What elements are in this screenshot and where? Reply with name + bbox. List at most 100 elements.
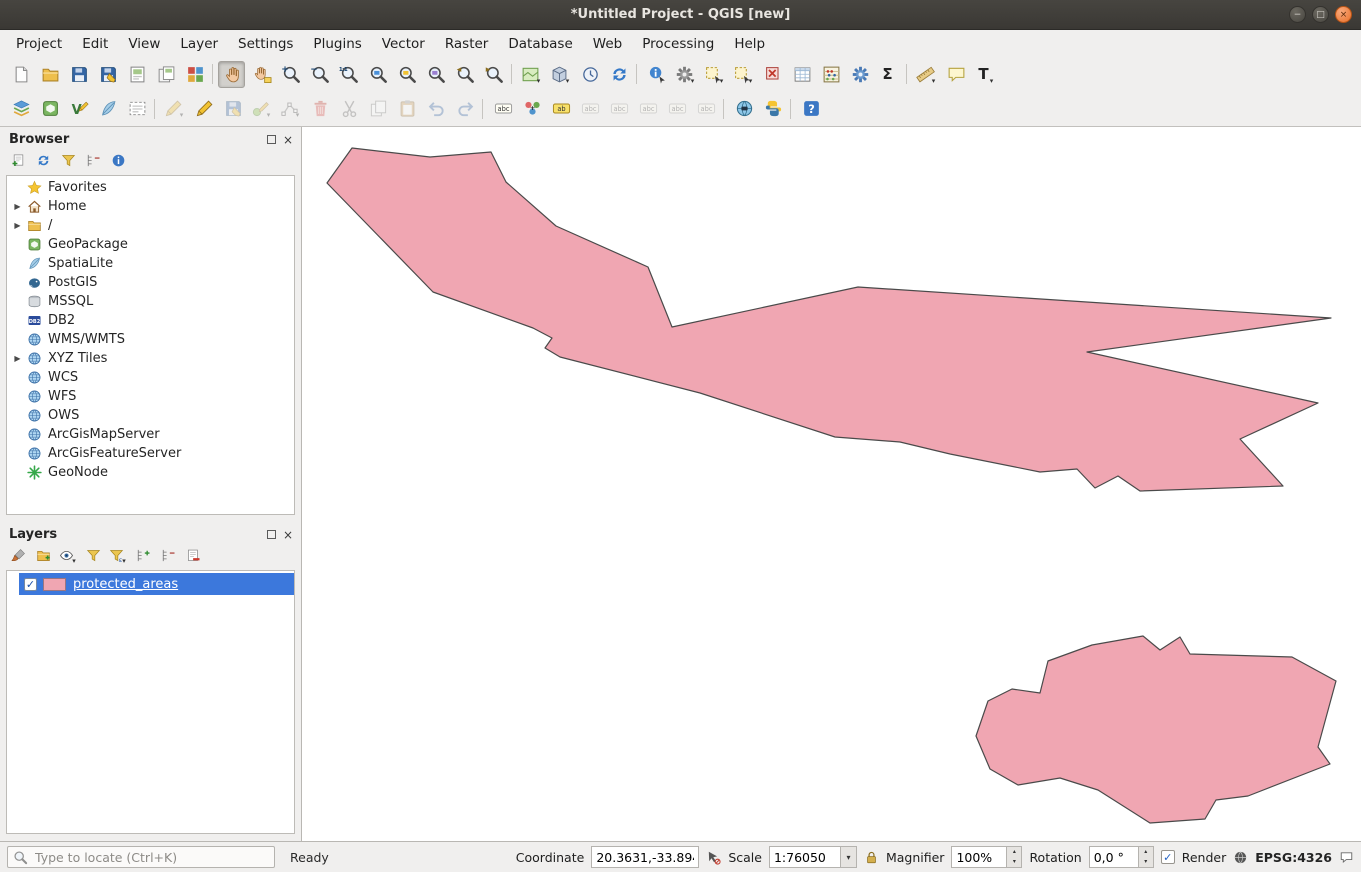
add-selected-layers-button[interactable] <box>6 150 29 171</box>
browser-item-root[interactable]: ▶ / <box>7 216 294 235</box>
identify-features-button[interactable] <box>642 61 669 88</box>
toggle-editing-button[interactable] <box>189 95 216 122</box>
pan-to-selection-button[interactable] <box>247 61 274 88</box>
menu-web[interactable]: Web <box>583 32 632 56</box>
select-features-button[interactable]: ▾ <box>700 61 727 88</box>
locator-input[interactable] <box>33 849 269 866</box>
new-project-button[interactable] <box>6 61 33 88</box>
labeling-single-button[interactable] <box>546 95 573 122</box>
zoom-in-button[interactable]: + <box>276 61 303 88</box>
move-label-button[interactable] <box>633 95 660 122</box>
manage-map-themes-button[interactable]: ▾ <box>56 545 79 566</box>
menu-raster[interactable]: Raster <box>435 32 499 56</box>
menu-processing[interactable]: Processing <box>632 32 724 56</box>
protected-area-polygon-south[interactable] <box>976 636 1336 823</box>
filter-browser-button[interactable] <box>56 150 79 171</box>
menu-settings[interactable]: Settings <box>228 32 303 56</box>
minimize-button[interactable]: − <box>1289 6 1306 23</box>
zoom-full-button[interactable] <box>363 61 390 88</box>
scale-dropdown-arrow[interactable]: ▾ <box>841 846 857 868</box>
remove-layer-button[interactable] <box>181 545 204 566</box>
menu-database[interactable]: Database <box>498 32 582 56</box>
protected-area-polygon-north[interactable] <box>327 148 1331 491</box>
zoom-next-button[interactable]: ▸ <box>479 61 506 88</box>
copy-features-button[interactable] <box>363 95 390 122</box>
statistical-summary-button[interactable]: Σ <box>874 61 901 88</box>
show-layout-manager-button[interactable] <box>151 61 178 88</box>
change-label-button[interactable] <box>691 95 718 122</box>
menu-plugins[interactable]: Plugins <box>303 32 371 56</box>
help-button[interactable] <box>796 95 823 122</box>
menu-project[interactable]: Project <box>6 32 72 56</box>
magnifier-spin-buttons[interactable]: ▴ ▾ <box>1007 846 1022 868</box>
new-temporary-scratch-layer-button[interactable] <box>122 95 149 122</box>
new-spatialite-layer-button[interactable] <box>93 95 120 122</box>
zoom-out-button[interactable]: − <box>305 61 332 88</box>
browser-item-wms-wmts[interactable]: WMS/WMTS <box>7 330 294 349</box>
crs-globe-icon[interactable] <box>1233 850 1248 865</box>
deselect-features-button[interactable] <box>758 61 785 88</box>
expand-arrow-icon[interactable]: ▶ <box>11 221 24 230</box>
menu-view[interactable]: View <box>118 32 170 56</box>
browser-item-geopackage[interactable]: GeoPackage <box>7 235 294 254</box>
select-features-by-value-button[interactable]: ▾ <box>729 61 756 88</box>
processing-toolbox-button[interactable] <box>845 61 872 88</box>
filter-legend-button[interactable] <box>81 545 104 566</box>
zoom-last-button[interactable]: ◂ <box>450 61 477 88</box>
pin-labels-button[interactable] <box>575 95 602 122</box>
temporal-controller-button[interactable] <box>575 61 602 88</box>
refresh-browser-button[interactable] <box>31 150 54 171</box>
delete-selected-button[interactable] <box>305 95 332 122</box>
collapse-all-button[interactable] <box>81 150 104 171</box>
new-map-view-button[interactable]: ▾ <box>517 61 544 88</box>
text-annotation-button[interactable]: T ▾ <box>970 61 997 88</box>
browser-item-favorites[interactable]: Favorites <box>7 178 294 197</box>
browser-item-arcgismapserver[interactable]: ArcGisMapServer <box>7 425 294 444</box>
browser-close-button[interactable]: × <box>283 134 293 146</box>
run-feature-action-button[interactable]: ▾ <box>671 61 698 88</box>
browser-item-postgis[interactable]: PostGIS <box>7 273 294 292</box>
spin-down-icon[interactable]: ▾ <box>1139 857 1153 867</box>
mouse-position-toggle-icon[interactable] <box>706 850 721 865</box>
filter-legend-by-expression-button[interactable]: ▾ <box>106 545 129 566</box>
browser-item-home[interactable]: ▶ Home <box>7 197 294 216</box>
layer-diagram-button[interactable] <box>517 95 544 122</box>
magnifier-spinbox[interactable]: ▴ ▾ <box>951 846 1022 868</box>
map-canvas[interactable] <box>302 127 1361 841</box>
zoom-native-button[interactable]: 1:1 <box>334 61 361 88</box>
layer-row-protected-areas[interactable]: ✓ protected_areas <box>19 573 294 595</box>
crs-status[interactable]: EPSG:4326 <box>1255 850 1332 865</box>
python-console-button[interactable] <box>758 95 785 122</box>
pan-map-button[interactable] <box>218 61 245 88</box>
current-edits-button[interactable]: ▾ <box>160 95 187 122</box>
open-attribute-table-button[interactable] <box>787 61 814 88</box>
log-messages-icon[interactable] <box>1339 850 1354 865</box>
spin-up-icon[interactable]: ▴ <box>1139 847 1153 857</box>
scale-input[interactable] <box>769 846 841 868</box>
browser-item-db2[interactable]: DB2 <box>7 311 294 330</box>
metasearch-button[interactable] <box>729 95 756 122</box>
new-geopackage-layer-button[interactable] <box>35 95 62 122</box>
vertex-tool-button[interactable]: ▾ <box>276 95 303 122</box>
cut-features-button[interactable] <box>334 95 361 122</box>
redo-button[interactable] <box>450 95 477 122</box>
undo-button[interactable] <box>421 95 448 122</box>
zoom-to-selection-button[interactable] <box>392 61 419 88</box>
magnifier-input[interactable] <box>951 846 1007 868</box>
browser-item-arcgisfeatureserver[interactable]: ArcGisFeatureServer <box>7 444 294 463</box>
rotation-input[interactable] <box>1089 846 1139 868</box>
browser-item-mssql[interactable]: MSSQL <box>7 292 294 311</box>
properties-widget-button[interactable] <box>106 150 129 171</box>
highlight-pinned-labels-button[interactable] <box>604 95 631 122</box>
lock-scale-icon[interactable] <box>864 850 879 865</box>
save-project-button[interactable] <box>64 61 91 88</box>
layer-visibility-checkbox[interactable]: ✓ <box>24 578 37 591</box>
browser-item-ows[interactable]: OWS <box>7 406 294 425</box>
new-3d-map-view-button[interactable]: ▾ <box>546 61 573 88</box>
close-button[interactable]: × <box>1335 6 1352 23</box>
layer-labeling-button[interactable] <box>488 95 515 122</box>
menu-edit[interactable]: Edit <box>72 32 118 56</box>
coordinate-input[interactable] <box>591 846 699 868</box>
save-layer-edits-button[interactable] <box>218 95 245 122</box>
rotation-spin-buttons[interactable]: ▴ ▾ <box>1139 846 1154 868</box>
